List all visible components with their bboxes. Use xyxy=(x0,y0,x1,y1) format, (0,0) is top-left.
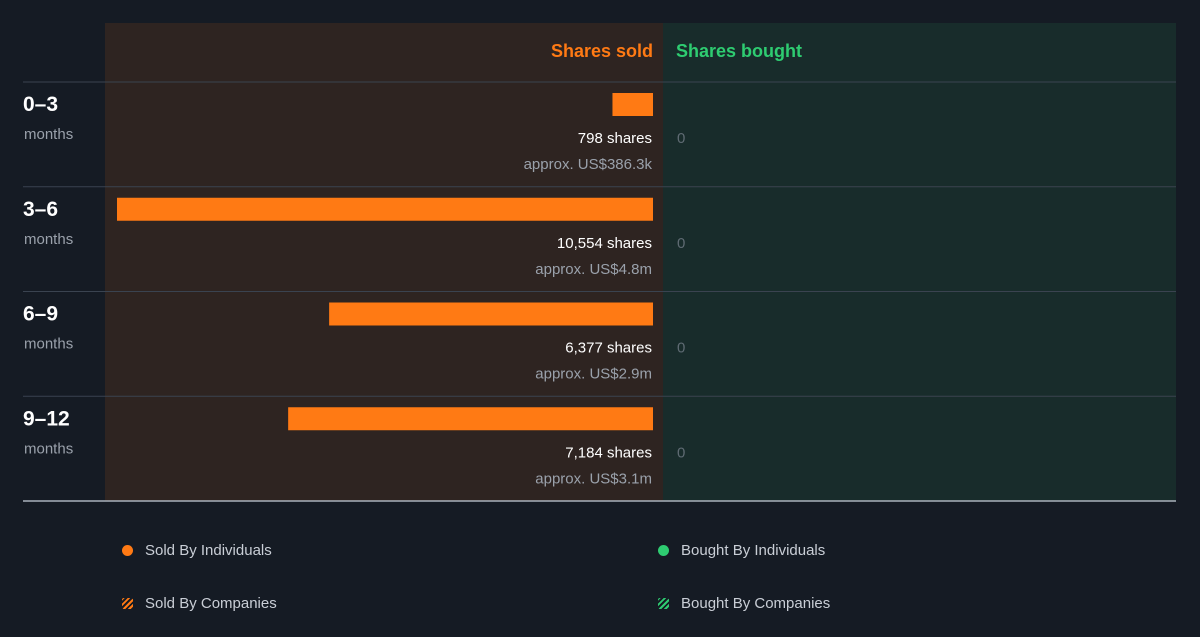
sold-shares-label: 798 shares xyxy=(578,130,652,147)
legend-label: Bought By Individuals xyxy=(681,542,826,559)
period-label: 3–6 xyxy=(23,198,58,221)
legend-label: Sold By Individuals xyxy=(145,542,272,559)
period-label: 6–9 xyxy=(23,303,58,326)
sold-bar xyxy=(612,93,653,116)
sold-value-label: approx. US$4.8m xyxy=(535,261,652,278)
period-unit-label: months xyxy=(24,440,73,457)
legend-bought-by-individuals[interactable]: Bought By Individuals xyxy=(658,542,825,559)
bought-shares-label: 0 xyxy=(677,444,685,461)
period-unit-label: months xyxy=(24,336,73,353)
period-unit-label: months xyxy=(24,231,73,248)
sold-bar xyxy=(329,302,653,326)
period-label: 9–12 xyxy=(23,407,70,430)
legend-sold-by-individuals[interactable]: Sold By Individuals xyxy=(122,542,272,559)
sold-shares-label: 6,377 shares xyxy=(565,340,652,357)
legend-dot-icon xyxy=(122,545,133,556)
bought-shares-label: 0 xyxy=(677,340,685,357)
legend-hatch-icon xyxy=(122,598,133,609)
bought-shares-label: 0 xyxy=(677,235,685,252)
sold-shares-label: 10,554 shares xyxy=(557,235,652,252)
sold-shares-label: 7,184 shares xyxy=(565,444,652,461)
sold-bar xyxy=(117,197,653,221)
legend-bought-by-companies[interactable]: Bought By Companies xyxy=(658,595,830,612)
legend-sold-by-companies[interactable]: Sold By Companies xyxy=(122,595,277,612)
shares-bought-header: Shares bought xyxy=(676,41,802,61)
bought-panel xyxy=(663,23,1176,501)
sold-value-label: approx. US$3.1m xyxy=(535,470,652,487)
shares-sold-header: Shares sold xyxy=(551,41,653,61)
legend: Sold By Individuals Sold By Companies Bo… xyxy=(0,520,1200,637)
legend-label: Sold By Companies xyxy=(145,595,277,612)
insider-trading-chart: Shares sold Shares bought 0–3 months 798 sha… xyxy=(23,23,1176,502)
legend-label: Bought By Companies xyxy=(681,595,831,612)
sold-bar xyxy=(288,407,653,431)
sold-value-label: approx. US$386.3k xyxy=(524,156,653,173)
legend-hatch-icon xyxy=(658,598,669,609)
legend-dot-icon xyxy=(658,545,669,556)
period-unit-label: months xyxy=(24,126,73,143)
sold-value-label: approx. US$2.9m xyxy=(535,366,652,383)
bought-shares-label: 0 xyxy=(677,130,685,147)
period-label: 0–3 xyxy=(23,93,58,116)
